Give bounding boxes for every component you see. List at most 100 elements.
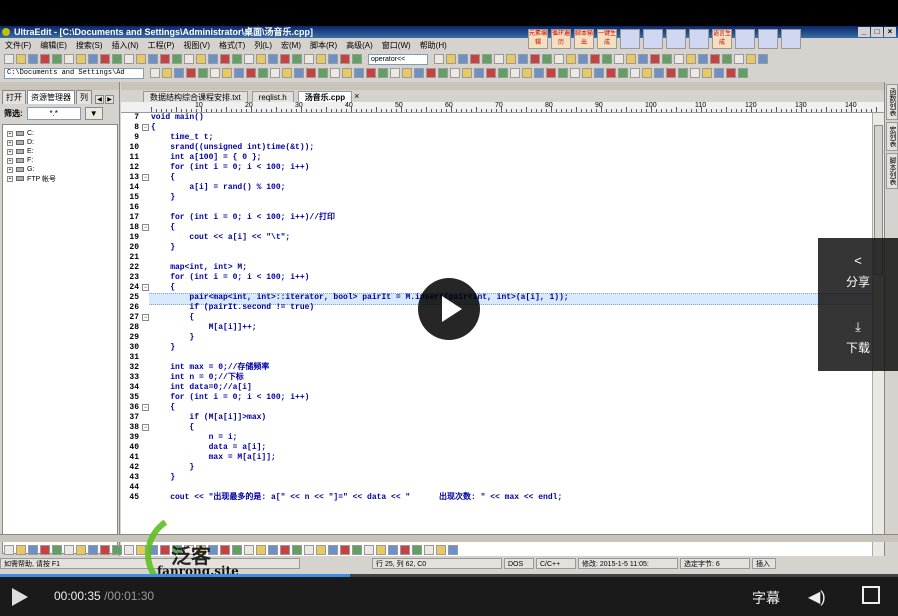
toolbar-icon[interactable]	[426, 68, 436, 78]
code-line[interactable]: 27− {	[121, 313, 872, 323]
toolbar-icon[interactable]	[16, 54, 26, 64]
filter-dropdown-button[interactable]: ▼	[84, 106, 103, 120]
toolbar-icon[interactable]	[402, 68, 412, 78]
toolbar-icon[interactable]	[340, 54, 350, 64]
code-line[interactable]: 7 void main()	[121, 113, 872, 123]
expand-icon[interactable]: +	[7, 130, 13, 137]
code-line[interactable]: 14 a[i] = rand() % 100;	[121, 183, 872, 193]
menu-item[interactable]: 插入(N)	[111, 40, 140, 51]
close-tab-icon[interactable]: ×	[354, 91, 359, 102]
menu-item[interactable]: 列(L)	[253, 40, 273, 51]
toolbar-icon[interactable]	[400, 545, 410, 555]
toolbar-icon[interactable]	[450, 68, 460, 78]
toolbar-icon[interactable]	[530, 54, 540, 64]
fold-toggle-icon[interactable]: −	[142, 224, 149, 231]
tree-item[interactable]: + E:	[7, 147, 113, 156]
expand-icon[interactable]: +	[7, 157, 13, 164]
subtitle-button[interactable]: 字幕	[752, 588, 780, 608]
toolbar-icon[interactable]	[186, 68, 196, 78]
function-select[interactable]: operator<<	[368, 53, 428, 65]
toolbar-icon[interactable]	[414, 68, 424, 78]
toolbar-icon[interactable]	[64, 545, 74, 555]
toolbar-icon[interactable]	[270, 68, 280, 78]
toolbar-icon[interactable]	[234, 68, 244, 78]
code-line[interactable]: 44	[121, 483, 872, 493]
toolbar-icon[interactable]	[28, 545, 38, 555]
code-line[interactable]: 37 if (M[a[i]]>max)	[121, 413, 872, 423]
toolbar-icon[interactable]	[614, 54, 624, 64]
menu-item[interactable]: 编辑(E)	[39, 40, 68, 51]
code-line[interactable]: 41 max = M[a[i]];	[121, 453, 872, 463]
menu-item[interactable]: 窗口(W)	[381, 40, 412, 51]
toolbar-icon[interactable]	[64, 54, 74, 64]
toolbar-icon[interactable]	[578, 54, 588, 64]
toolbar-icon[interactable]	[462, 68, 472, 78]
toolbar-icon[interactable]	[220, 54, 230, 64]
filter-input[interactable]: *.*	[26, 106, 81, 120]
big-tool-button[interactable]	[643, 29, 663, 49]
code-line[interactable]: 39 n = i;	[121, 433, 872, 443]
toolbar-icon[interactable]	[522, 68, 532, 78]
toolbar-icon[interactable]	[518, 54, 528, 64]
file-tab[interactable]: 汤音乐.cpp	[297, 91, 353, 102]
toolbar-icon[interactable]	[198, 68, 208, 78]
code-line[interactable]: 40 data = a[i];	[121, 443, 872, 453]
tree-item[interactable]: + D:	[7, 138, 113, 147]
toolbar-icon[interactable]	[330, 68, 340, 78]
big-tool-button[interactable]	[735, 29, 755, 49]
toolbar-icon[interactable]	[758, 54, 768, 64]
code-line[interactable]: 26 if (pairIt.second != true)	[121, 303, 872, 313]
toolbar-icon[interactable]	[698, 54, 708, 64]
code-line[interactable]: 16	[121, 203, 872, 213]
toolbar-icon[interactable]	[172, 54, 182, 64]
toolbar-icon[interactable]	[222, 68, 232, 78]
expand-icon[interactable]: +	[7, 139, 13, 146]
center-play-button[interactable]	[418, 278, 480, 340]
tree-item[interactable]: + C:	[7, 129, 113, 138]
share-button[interactable]: < 分享	[818, 254, 898, 290]
toolbar-icon[interactable]	[4, 545, 14, 555]
toolbar-icon[interactable]	[558, 68, 568, 78]
toolbar-icon[interactable]	[726, 68, 736, 78]
toolbar-icon[interactable]	[280, 545, 290, 555]
toolbar-icon[interactable]	[662, 54, 672, 64]
file-tab[interactable]: reqlist.h	[251, 91, 294, 102]
toolbar-icon[interactable]	[436, 545, 446, 555]
big-tool-button[interactable]	[758, 29, 778, 49]
toolbar-icon[interactable]	[474, 68, 484, 78]
toolbar-icon[interactable]	[626, 54, 636, 64]
code-line[interactable]: 42 }	[121, 463, 872, 473]
code-line[interactable]: 32 int max = 0;//存储频率	[121, 363, 872, 373]
toolbar-icon[interactable]	[100, 54, 110, 64]
code-line[interactable]: 23 for (int i = 0; i < 100; i++)	[121, 273, 872, 283]
tree-item[interactable]: + G:	[7, 165, 113, 174]
code-view[interactable]: 7 void main() 8−{9 time_t t; 10 srand((unsi…	[121, 113, 872, 556]
toolbar-icon[interactable]	[294, 68, 304, 78]
toolbar-icon[interactable]	[292, 545, 302, 555]
big-tool-button[interactable]	[689, 29, 709, 49]
code-line[interactable]: 19 cout << a[i] << "\t";	[121, 233, 872, 243]
toolbar-icon[interactable]	[184, 54, 194, 64]
file-tab[interactable]: 数据结构综合课程安排.txt	[143, 91, 248, 102]
toolbar-icon[interactable]	[638, 54, 648, 64]
toolbar-icon[interactable]	[268, 54, 278, 64]
code-line[interactable]: 22 map<int, int> M;	[121, 263, 872, 273]
toolbar-icon[interactable]	[378, 68, 388, 78]
toolbar-icon[interactable]	[318, 68, 328, 78]
code-line[interactable]: 10 srand((unsigned int)time(&t));	[121, 143, 872, 153]
toolbar-icon[interactable]	[390, 68, 400, 78]
toolbar-icon[interactable]	[510, 68, 520, 78]
progress-bar[interactable]	[0, 574, 898, 577]
toolbar-icon[interactable]	[16, 545, 26, 555]
toolbar-icon[interactable]	[246, 68, 256, 78]
code-line[interactable]: 35 for (int i = 0; i < 100; i++)	[121, 393, 872, 403]
toolbar-icon[interactable]	[494, 54, 504, 64]
tab-open[interactable]: 打开	[2, 90, 26, 104]
menu-item[interactable]: 视图(V)	[182, 40, 211, 51]
toolbar-icon[interactable]	[570, 68, 580, 78]
toolbar-icon[interactable]	[470, 54, 480, 64]
toolbar-icon[interactable]	[160, 54, 170, 64]
path-input[interactable]: C:\Documents and Settings\Ad	[4, 67, 144, 79]
toolbar-icon[interactable]	[244, 545, 254, 555]
fold-toggle-icon[interactable]: −	[142, 314, 149, 321]
